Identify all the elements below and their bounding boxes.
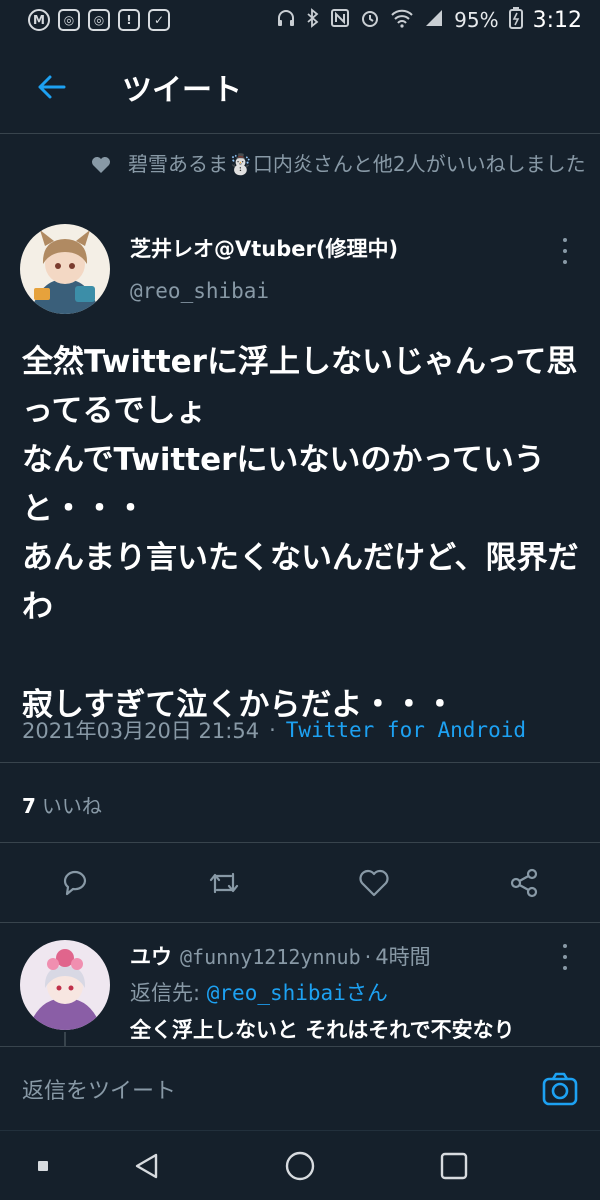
author-avatar[interactable] — [20, 224, 110, 314]
replying-to-suffix: さん — [345, 981, 388, 1005]
system-nav-bar — [0, 1130, 600, 1200]
retweet-button[interactable] — [206, 865, 242, 901]
like-button[interactable] — [356, 865, 392, 901]
reply-header: ユウ @funny1212ynnub · 4時間 — [130, 941, 431, 971]
system-icons: 95% 3:12 — [276, 6, 582, 34]
tweet-text: 全然Twitterに浮上しないじゃんって思ってるでしょ なんでTwitterにい… — [22, 344, 579, 723]
reply-dot: · — [364, 945, 372, 969]
nfc-icon — [330, 8, 350, 33]
reply-input[interactable]: 返信をツイート — [22, 1073, 176, 1105]
alarm-icon — [360, 8, 380, 33]
back-button[interactable] — [26, 67, 76, 107]
tweet-source-link[interactable]: Twitter for Android — [286, 718, 526, 742]
status-bar: M ◎ ◎ ! ✓ 95% 3:12 — [0, 0, 600, 40]
like-count: 7 — [22, 794, 36, 818]
reply-author-avatar[interactable] — [20, 940, 110, 1030]
nav-dot-button[interactable] — [26, 1149, 60, 1183]
share-button[interactable] — [506, 865, 542, 901]
signal-icon — [424, 8, 444, 33]
dot — [563, 238, 567, 242]
shield-icon: ◎ — [88, 9, 110, 31]
reply-more-options-button[interactable] — [555, 944, 575, 970]
reply-button[interactable] — [57, 865, 93, 901]
bluetooth-icon — [306, 7, 320, 33]
replying-to-handle: @reo_shibai — [206, 981, 346, 1005]
square-recents-icon — [440, 1152, 468, 1180]
avatar-illustration — [20, 940, 110, 1030]
triangle-back-icon — [135, 1153, 158, 1179]
camera-icon — [542, 1072, 578, 1106]
page-title: ツイート — [122, 72, 242, 108]
divider — [0, 762, 600, 763]
app-m-icon: M — [28, 9, 50, 31]
retweet-icon — [209, 872, 239, 894]
battery-percent: 95% — [454, 8, 499, 32]
divider — [0, 922, 600, 923]
reply-icon — [63, 870, 87, 896]
meta-separator: · — [269, 718, 276, 742]
tweet-meta: 2021年03月20日 21:54 · Twitter for Android — [22, 715, 526, 745]
divider — [0, 842, 600, 843]
dot — [563, 249, 567, 253]
alert-shield-icon: ! — [118, 9, 140, 31]
reply-text: 全く浮上しないと それはそれで不安なり — [130, 1018, 515, 1042]
like-label: いいね — [41, 794, 102, 818]
social-context[interactable]: 碧雪あるま☃️口内炎さんと他2人がいいねしました — [90, 150, 590, 178]
author-name[interactable]: 芝井レオ@Vtuber(修理中) — [130, 233, 398, 263]
dot — [563, 260, 567, 264]
likes-count-link[interactable]: 7 いいね — [22, 790, 102, 819]
shield-icon: ◎ — [58, 9, 80, 31]
reply-author-name[interactable]: ユウ — [130, 941, 172, 971]
dot — [563, 966, 567, 970]
author-handle[interactable]: @reo_shibai — [130, 279, 269, 303]
tweet-timestamp[interactable]: 2021年03月20日 21:54 — [22, 715, 259, 745]
more-options-button[interactable] — [555, 238, 575, 264]
camera-button[interactable] — [542, 1071, 578, 1107]
clock: 3:12 — [532, 7, 582, 33]
arrow-left-icon — [38, 75, 66, 98]
headphones-icon — [276, 8, 296, 33]
check-shield-icon: ✓ — [148, 9, 170, 31]
wifi-icon — [390, 8, 414, 33]
share-icon — [510, 868, 538, 898]
replying-to: 返信先: @reo_shibaiさん — [130, 977, 388, 1007]
replying-to-prefix: 返信先: — [130, 981, 207, 1005]
nav-back-button[interactable] — [130, 1149, 164, 1183]
dot — [563, 944, 567, 948]
battery-icon — [508, 6, 523, 34]
reply-author-handle[interactable]: @funny1212ynnub — [180, 945, 361, 969]
circle-home-icon — [285, 1151, 315, 1181]
square-dot-icon — [38, 1161, 48, 1171]
social-context-text: 碧雪あるま☃️口内炎さんと他2人がいいねしました — [128, 152, 586, 176]
heart-icon — [92, 157, 110, 173]
avatar-illustration — [20, 224, 110, 314]
thread-line — [64, 1032, 66, 1046]
reply-composer[interactable]: 返信をツイート — [0, 1046, 600, 1130]
nav-home-button[interactable] — [283, 1149, 317, 1183]
dot — [563, 955, 567, 959]
tweet-actions — [0, 855, 600, 911]
notification-icons: M ◎ ◎ ! ✓ — [28, 9, 170, 31]
nav-recents-button[interactable] — [437, 1149, 471, 1183]
heart-outline-icon — [359, 869, 389, 897]
reply-time[interactable]: 4時間 — [375, 941, 430, 971]
replying-to-mention[interactable]: @reo_shibaiさん — [207, 981, 388, 1005]
app-header: ツイート — [0, 40, 600, 134]
